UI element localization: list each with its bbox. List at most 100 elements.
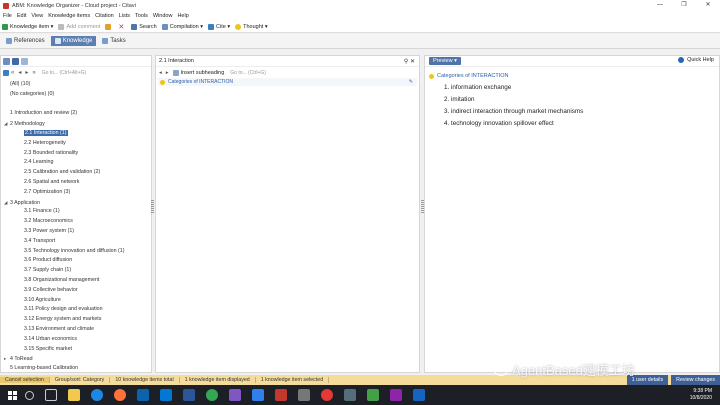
edit-tool-button[interactable] xyxy=(105,23,113,30)
knowledge-item-button[interactable]: Knowledge item ▾ xyxy=(2,23,53,30)
category-view-icon[interactable] xyxy=(3,57,10,65)
category-move-icon[interactable] xyxy=(3,69,9,76)
tree-item[interactable]: 2.3 Bounded rationality xyxy=(4,149,151,159)
insert-subheading-button[interactable]: Insert subheading xyxy=(181,70,225,76)
vscode-icon[interactable] xyxy=(252,389,264,401)
app-icon[interactable] xyxy=(298,389,310,401)
tree-item[interactable]: 1 Introduction and review (2) xyxy=(4,109,151,119)
search-icon[interactable] xyxy=(25,390,34,400)
outlook-icon[interactable] xyxy=(137,389,149,401)
tree-item[interactable]: ▸ 4 ToRead xyxy=(4,354,151,364)
visual-studio-icon[interactable] xyxy=(229,389,241,401)
cancel-selection-button[interactable]: Cancel selection xyxy=(0,377,50,383)
tree-item[interactable]: 3.3 Power system (1) xyxy=(4,227,151,237)
add-comment-button[interactable]: Add comment xyxy=(58,23,100,30)
tree-item[interactable]: ◢ 2 Methodology xyxy=(4,119,151,129)
menu-citation[interactable]: Citation xyxy=(95,13,114,19)
thought-button[interactable]: Thought ▾ xyxy=(235,23,268,30)
tree-item[interactable]: 2.6 Spatial and network xyxy=(4,178,151,188)
menu-help[interactable]: Help xyxy=(177,13,188,19)
app-icon[interactable] xyxy=(344,389,356,401)
pin-close-icon[interactable]: ⚲ ✕ xyxy=(404,58,415,65)
delete-icon: ✕ xyxy=(118,23,125,31)
next-arrow-icon[interactable]: ▸ xyxy=(25,69,28,76)
menu-tools[interactable]: Tools xyxy=(135,13,148,19)
tree-item[interactable]: (All) (10) xyxy=(4,80,151,90)
tree-item[interactable]: 2.2 Heterogeneity xyxy=(4,139,151,149)
edit-icon[interactable]: ✎ xyxy=(409,79,413,85)
word-icon[interactable] xyxy=(183,389,195,401)
tree-item[interactable]: 3.8 Organizational management xyxy=(4,276,151,286)
tree-item[interactable]: 2.4 Learning xyxy=(4,158,151,168)
app-icon[interactable] xyxy=(367,389,379,401)
last-arrow-icon[interactable]: » xyxy=(32,70,35,76)
tab-tasks[interactable]: Tasks xyxy=(98,36,129,46)
task-view-icon[interactable] xyxy=(45,389,57,401)
menu-lists[interactable]: Lists xyxy=(119,13,130,19)
maximize-button[interactable]: ❐ xyxy=(672,0,696,11)
tree-item[interactable]: 3.2 Macroeconomics xyxy=(4,217,151,227)
tree-item[interactable]: 3.7 Supply chain (1) xyxy=(4,266,151,276)
left-splitter[interactable] xyxy=(151,200,154,214)
next-arrow-icon[interactable]: ▸ xyxy=(166,70,169,76)
tree-item[interactable] xyxy=(4,100,151,110)
tab-references[interactable]: References xyxy=(2,36,49,46)
references-icon xyxy=(6,38,12,44)
tree-item[interactable]: 3.5 Technology innovation and diffusion … xyxy=(4,247,151,257)
search-button[interactable]: Search xyxy=(131,23,157,30)
close-button[interactable]: ✕ xyxy=(696,0,720,11)
lightbulb-icon xyxy=(160,79,165,85)
tree-item[interactable]: 2.7 Optimization (3) xyxy=(4,188,151,198)
tree-item[interactable]: 3.14 Urban economics xyxy=(4,335,151,345)
menu-knowledge-items[interactable]: Knowledge items xyxy=(48,13,90,19)
quick-help-button[interactable]: Quick Help xyxy=(678,57,714,63)
pencil-icon xyxy=(105,23,112,30)
first-arrow-icon[interactable]: « xyxy=(11,70,14,76)
menu-window[interactable]: Window xyxy=(153,13,173,19)
prev-arrow-icon[interactable]: ◂ xyxy=(159,70,162,76)
knowledge-goto-input[interactable]: Go to... (Ctrl+G) xyxy=(230,70,266,76)
windows-start-icon[interactable] xyxy=(8,390,17,400)
category-goto-input[interactable]: Go to... (Ctrl+Alt+G) xyxy=(42,70,86,76)
tree-item[interactable]: 3.11 Policy design and evaluation xyxy=(4,305,151,315)
tasks-icon xyxy=(102,38,109,44)
app-icon[interactable] xyxy=(413,389,425,401)
group-sort-status[interactable]: Group/sort: Category xyxy=(50,377,111,383)
minimize-button[interactable]: — xyxy=(648,0,672,11)
chrome-icon[interactable] xyxy=(206,389,218,401)
app-icon[interactable] xyxy=(321,389,333,401)
knowledge-item-row[interactable]: Categories of INTERACTION ✎ xyxy=(158,78,417,86)
tree-item[interactable]: ◢ 3 Application xyxy=(4,198,151,208)
system-clock[interactable]: 9:38 PM 10/8/2020 xyxy=(690,388,712,402)
tree-item[interactable]: 3.12 Energy system and markets xyxy=(4,315,151,325)
category-sort-icon[interactable] xyxy=(12,57,19,65)
menu-view[interactable]: View xyxy=(31,13,43,19)
tree-item[interactable]: 3.13 Environment and climate xyxy=(4,325,151,335)
tree-item[interactable]: 3.15 Specific market xyxy=(4,345,151,355)
tab-knowledge[interactable]: Knowledge xyxy=(50,36,97,46)
menu-file[interactable]: File xyxy=(3,13,12,19)
tree-item[interactable]: 3.6 Product diffusion xyxy=(4,256,151,266)
file-explorer-icon[interactable] xyxy=(68,389,80,401)
tree-item[interactable]: 3.9 Collective behavior xyxy=(4,286,151,296)
edge-browser-icon[interactable] xyxy=(91,389,103,401)
preview-dropdown[interactable]: Preview ▾ xyxy=(429,57,461,65)
compilation-button[interactable]: Compilation ▾ xyxy=(161,23,203,30)
prev-arrow-icon[interactable]: ◂ xyxy=(18,69,21,76)
category-filter-icon[interactable] xyxy=(21,57,28,65)
menu-edit[interactable]: Edit xyxy=(17,13,26,19)
cite-button[interactable]: Cite ▾ xyxy=(208,23,230,30)
mail-icon[interactable] xyxy=(160,389,172,401)
citavi-taskbar-icon[interactable] xyxy=(275,389,287,401)
tree-item[interactable]: 2.1 Interaction (1) xyxy=(4,129,151,139)
firefox-icon[interactable] xyxy=(114,389,126,401)
tree-item[interactable]: 3.1 Finance (1) xyxy=(4,207,151,217)
tree-item[interactable]: 3.10 Agriculture xyxy=(4,296,151,306)
tree-item[interactable]: (No categories) (0) xyxy=(4,90,151,100)
tree-item[interactable]: 5 Learning-based Calibration xyxy=(4,364,151,374)
tree-item[interactable]: 3.4 Transport xyxy=(4,237,151,247)
tree-item[interactable]: 2.5 Calibration and validation (2) xyxy=(4,168,151,178)
delete-button[interactable]: ✕ xyxy=(118,23,126,31)
app-icon[interactable] xyxy=(390,389,402,401)
review-changes-button[interactable]: Review changes xyxy=(671,375,720,385)
